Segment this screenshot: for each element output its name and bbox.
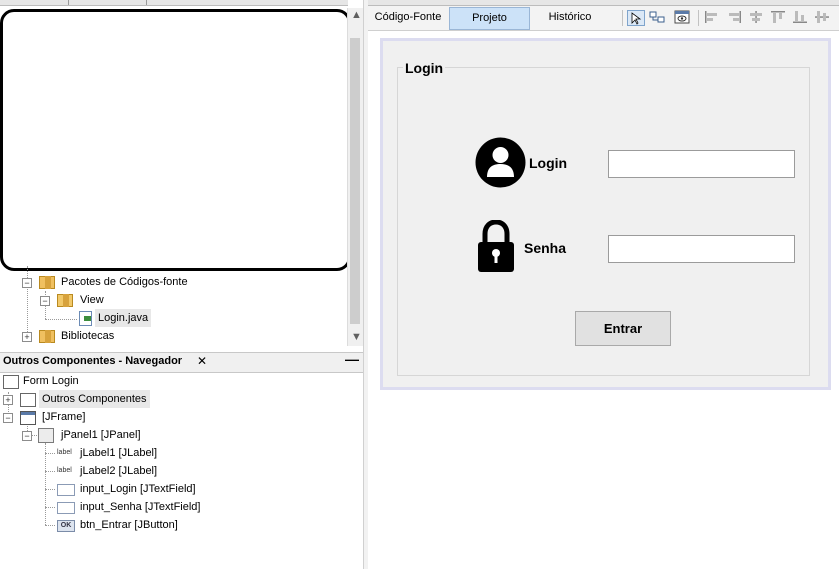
preview-design-icon[interactable] [674,10,690,24]
tree-item-label: Login.java [95,309,152,327]
overlay-card [0,9,351,271]
project-scrollbar[interactable]: ▲ ▼ [347,8,363,346]
frame-icon [20,411,36,425]
center-horizontally-icon[interactable] [748,10,764,24]
form-icon [3,375,19,389]
scroll-up-icon[interactable]: ▲ [351,10,362,21]
tree-item-label: View [80,294,104,306]
nav-item-label: btn_Entrar [JButton] [80,519,178,531]
button-icon: OK [57,520,75,532]
collapse-icon[interactable]: − [22,431,32,441]
lock-icon [478,220,514,272]
user-icon [475,137,526,188]
left-column: − Pacotes de Códigos-fonte − View Login.… [0,0,363,569]
tree-item-label: Pacotes de Códigos-fonte [61,276,188,288]
align-left-icon[interactable] [704,10,720,24]
center-vertically-icon[interactable] [814,10,830,24]
align-top-icon[interactable] [770,10,786,24]
textfield-icon [57,484,75,496]
login-label: Login [529,155,568,171]
nav-item-label: input_Senha [JTextField] [80,501,201,513]
collapse-icon[interactable]: − [22,278,32,288]
nav-item-label: jPanel1 [JPanel] [61,429,141,441]
collapse-icon[interactable]: − [3,413,13,423]
login-input[interactable] [608,150,795,178]
nav-item-label: Outros Componentes [39,390,150,408]
tab-source[interactable]: Código-Fonte [371,7,445,28]
navigator-title: Outros Componentes - Navegador [3,355,183,367]
align-right-icon[interactable] [726,10,742,24]
library-icon [39,330,55,343]
package-icon [57,294,73,307]
design-toolbar: Código-Fonte Projeto Histórico [368,6,839,31]
collapse-icon[interactable]: − [40,296,50,306]
selection-mode-icon[interactable] [627,10,645,26]
scroll-down-icon[interactable]: ▼ [351,332,362,343]
close-icon[interactable]: ✕ [197,354,207,368]
align-bottom-icon[interactable] [792,10,808,24]
tab-design[interactable]: Projeto [449,7,530,30]
nav-item-label: [JFrame] [42,411,86,423]
label-icon: label [57,467,72,474]
panel-icon [38,428,54,443]
label-icon: label [57,449,72,456]
project-tabs-strip[interactable] [0,0,348,6]
login-panel-title: Login [403,60,446,76]
scroll-thumb[interactable] [350,38,360,324]
java-file-icon [79,311,92,326]
nav-item-label: input_Login [JTextField] [80,483,196,495]
entrar-button[interactable]: Entrar [575,311,671,346]
expand-icon[interactable]: + [22,332,32,342]
tab-history[interactable]: Histórico [533,7,607,28]
nav-item-label: Form Login [23,375,79,387]
minimize-icon[interactable]: — [345,351,359,367]
components-icon [20,393,36,407]
tree-item-label: Bibliotecas [61,330,115,342]
source-packages-icon [39,276,55,289]
editor-area: Código-Fonte Projeto Histórico Login Log… [368,0,839,569]
textfield-icon [57,502,75,514]
senha-input[interactable] [608,235,795,263]
senha-label: Senha [524,240,567,256]
nav-item-label: jLabel2 [JLabel] [80,465,158,477]
nav-item-label: jLabel1 [JLabel] [80,447,158,459]
expand-icon[interactable]: + [3,395,13,405]
design-canvas[interactable]: Login Login Senha Entrar [380,38,831,390]
connection-mode-icon[interactable] [649,10,665,24]
navigator-header: Outros Componentes - Navegador ✕ — [0,351,363,373]
